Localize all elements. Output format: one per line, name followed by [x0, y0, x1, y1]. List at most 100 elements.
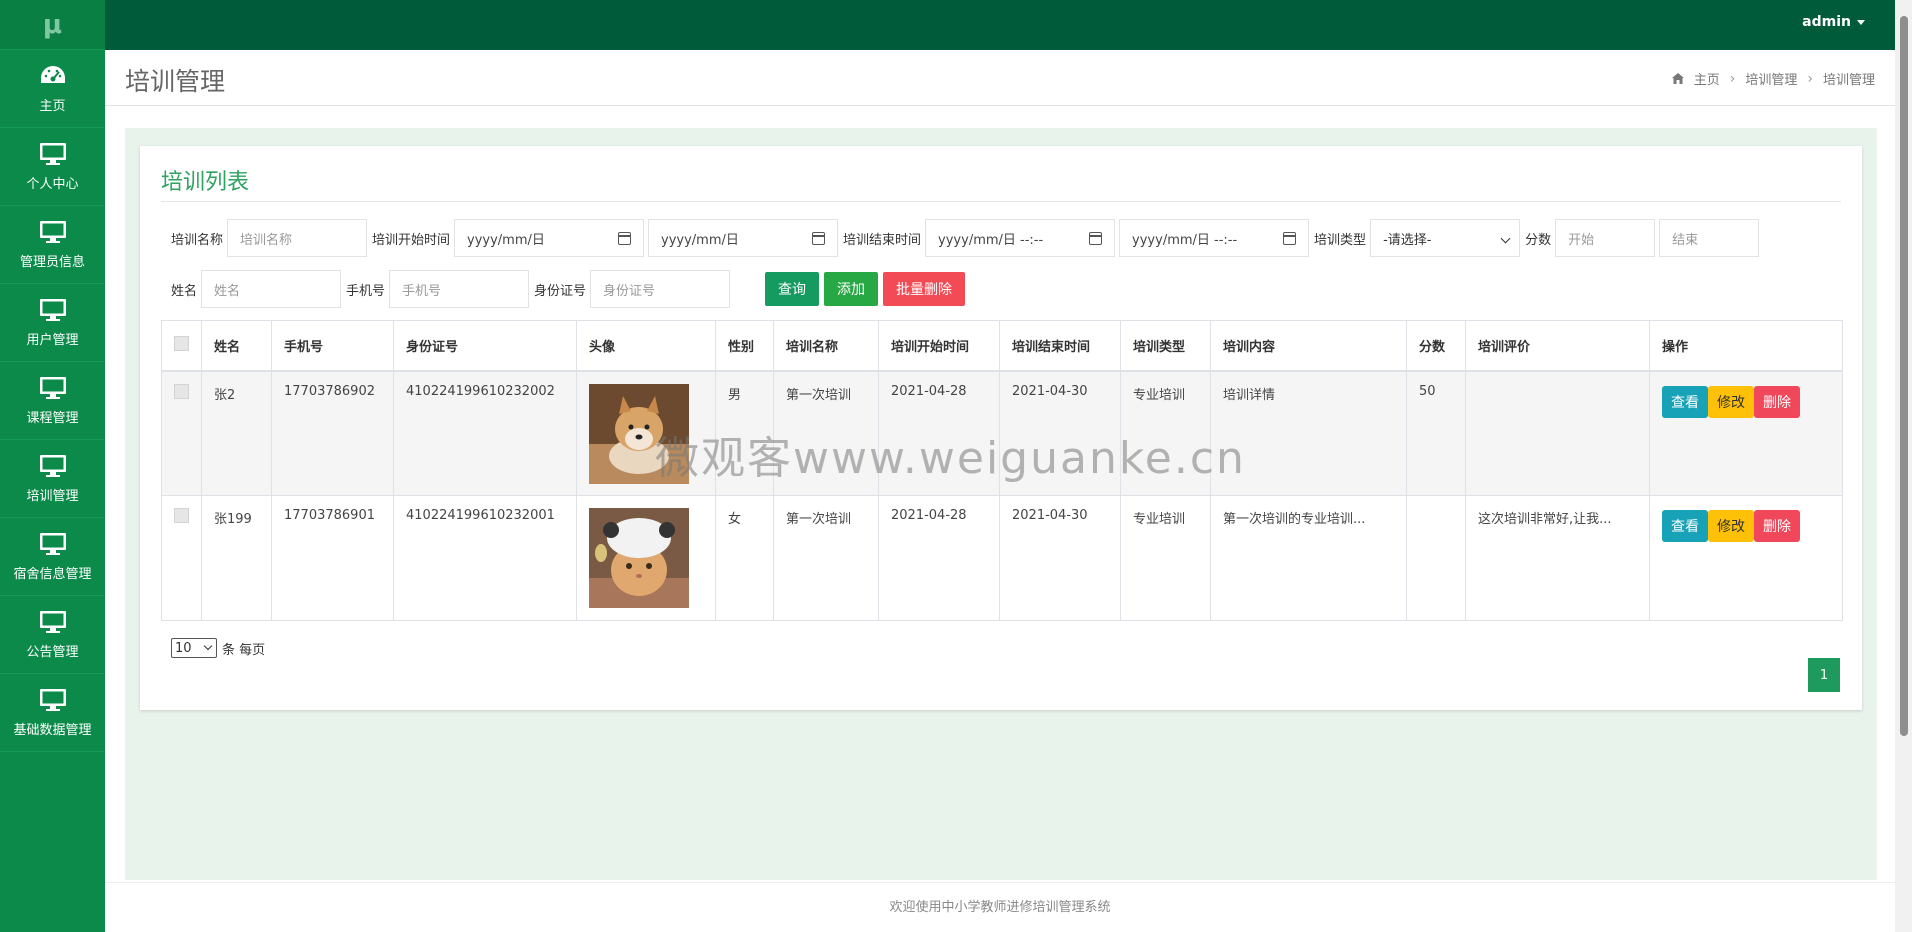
cell-end: 2021-04-30 — [999, 370, 1121, 496]
sidebar-item-notices[interactable]: 公告管理 — [0, 596, 105, 674]
search-row-1: 培训名称 培训名称 培训开始时间 yyyy/mm/日 yyyy/mm/日 培训结… — [171, 219, 1760, 257]
select-all-checkbox[interactable] — [174, 335, 189, 351]
cell-type: 专业培训 — [1120, 370, 1211, 496]
delete-button[interactable]: 删除 — [1754, 385, 1800, 418]
logo: μ — [0, 0, 105, 50]
search-row-2: 姓名 姓名 手机号 手机号 身份证号 身份证号 查询 添加 批量删除 — [171, 270, 966, 308]
edit-button[interactable]: 修改 — [1708, 510, 1754, 542]
batch-delete-button[interactable]: 批量删除 — [883, 272, 966, 306]
score-to-input[interactable]: 结束 — [1659, 219, 1760, 257]
cell-name: 张199 — [201, 495, 272, 621]
start-from-date-input[interactable]: yyyy/mm/日 — [454, 219, 645, 257]
monitor-icon — [39, 377, 66, 399]
col-header: 手机号 — [271, 320, 394, 372]
cell-train-name: 第一次培训 — [773, 370, 879, 496]
sidebar-item-profile[interactable]: 个人中心 — [0, 128, 105, 206]
scrollbar[interactable] — [1895, 0, 1912, 932]
sidebar-item-label: 个人中心 — [26, 177, 79, 192]
page-size-select[interactable]: 10 — [171, 638, 217, 658]
monitor-icon — [39, 611, 66, 633]
monitor-icon — [39, 689, 66, 711]
col-header: 培训名称 — [773, 320, 879, 372]
end-from-datetime-input[interactable]: yyyy/mm/日 --:-- — [925, 219, 1116, 257]
page-size-suffix: 条 每页 — [222, 642, 266, 658]
page-size-value: 10 — [175, 640, 192, 656]
sidebar-item-users[interactable]: 用户管理 — [0, 284, 105, 362]
avatar-shiba-dog-image — [589, 383, 689, 484]
sidebar-item-admin-info[interactable]: 管理员信息 — [0, 206, 105, 284]
score-from-input[interactable]: 开始 — [1555, 219, 1656, 257]
cell-phone: 17703786901 — [271, 495, 394, 621]
view-button[interactable]: 查看 — [1662, 510, 1708, 542]
phone-input[interactable]: 手机号 — [389, 270, 530, 308]
cell-type: 专业培训 — [1120, 495, 1211, 621]
view-button[interactable]: 查看 — [1662, 385, 1708, 418]
calendar-icon[interactable] — [1283, 232, 1297, 245]
scrollbar-thumb[interactable] — [1900, 16, 1908, 736]
monitor-icon — [39, 299, 66, 321]
table-row: 张199 17703786901 410224199610232001 女 第一… — [161, 495, 1843, 621]
sidebar: μ 主页 个人中心 管理员信息 用户管理 课程管理 培训管理 宿舍信息管理 公告… — [0, 0, 105, 932]
col-header: 培训内容 — [1210, 320, 1407, 372]
col-header: 身份证号 — [393, 320, 577, 372]
row-checkbox[interactable] — [174, 383, 189, 399]
footer: 欢迎使用中小学教师进修培训管理系统 — [105, 882, 1895, 932]
monitor-icon — [39, 221, 66, 243]
monitor-icon — [39, 455, 66, 477]
cell-id: 410224199610232001 — [393, 495, 577, 621]
col-header: 培训评价 — [1465, 320, 1650, 372]
avatar-cat-image — [589, 508, 689, 608]
cell-review: 这次培训非常好,让我... — [1465, 495, 1650, 621]
sidebar-item-home[interactable]: 主页 — [0, 50, 105, 128]
train-name-input[interactable]: 培训名称 — [227, 219, 368, 257]
id-input[interactable]: 身份证号 — [590, 270, 731, 308]
breadcrumb-home[interactable]: 主页 — [1694, 69, 1720, 88]
score-label: 分数 — [1525, 232, 1552, 248]
delete-button[interactable]: 删除 — [1754, 510, 1800, 542]
calendar-icon[interactable] — [812, 232, 826, 245]
end-to-datetime-input[interactable]: yyyy/mm/日 --:-- — [1119, 219, 1310, 257]
cell-phone: 17703786902 — [271, 370, 394, 496]
table-row: 张2 17703786902 410224199610232002 男 第一次培… — [161, 370, 1843, 496]
name-input[interactable]: 姓名 — [201, 270, 342, 308]
start-to-date-input[interactable]: yyyy/mm/日 — [648, 219, 839, 257]
sidebar-item-base-data[interactable]: 基础数据管理 — [0, 674, 105, 752]
sidebar-item-training[interactable]: 培训管理 — [0, 440, 105, 518]
cell-avatar — [576, 370, 716, 496]
sidebar-item-dorm[interactable]: 宿舍信息管理 — [0, 518, 105, 596]
calendar-icon[interactable] — [1089, 232, 1103, 245]
home-icon — [1671, 73, 1684, 84]
chevron-right-icon: › — [1807, 70, 1813, 87]
edit-button[interactable]: 修改 — [1708, 385, 1754, 418]
cell-avatar — [576, 495, 716, 621]
select-value: -请选择- — [1383, 232, 1432, 248]
type-select[interactable]: -请选择- — [1370, 219, 1521, 257]
table-header-row: 姓名 手机号 身份证号 头像 性别 培训名称 培训开始时间 培训结束时间 培训类… — [161, 320, 1843, 372]
col-header: 姓名 — [201, 320, 272, 372]
col-header: 头像 — [576, 320, 716, 372]
col-header: 培训开始时间 — [878, 320, 1000, 372]
date-placeholder: yyyy/mm/日 --:-- — [1132, 232, 1238, 248]
calendar-icon[interactable] — [618, 232, 632, 245]
cell-ops: 查看 修改 删除 — [1649, 370, 1843, 496]
training-table: 姓名 手机号 身份证号 头像 性别 培训名称 培训开始时间 培训结束时间 培训类… — [161, 320, 1843, 621]
sidebar-item-courses[interactable]: 课程管理 — [0, 362, 105, 440]
col-header: 培训类型 — [1120, 320, 1211, 372]
row-checkbox[interactable] — [174, 508, 189, 523]
panel-title: 培训列表 — [161, 170, 250, 195]
page-1-button[interactable]: 1 — [1808, 658, 1840, 692]
row-actions: 查看 修改 删除 — [1662, 384, 1830, 418]
cell-start: 2021-04-28 — [878, 495, 1000, 621]
user-menu[interactable]: admin — [1802, 14, 1865, 30]
cell-end: 2021-04-30 — [999, 495, 1121, 621]
breadcrumb-item[interactable]: 培训管理 — [1745, 69, 1797, 88]
cell-score — [1406, 495, 1466, 621]
query-button[interactable]: 查询 — [765, 272, 820, 306]
add-button[interactable]: 添加 — [824, 272, 879, 306]
top-navbar: admin — [105, 0, 1895, 50]
cell-gender: 男 — [715, 370, 774, 496]
chevron-down-icon — [1500, 233, 1511, 244]
end-time-label: 培训结束时间 — [843, 232, 922, 248]
date-placeholder: yyyy/mm/日 — [467, 232, 545, 248]
cell-train-name: 第一次培训 — [773, 495, 879, 621]
